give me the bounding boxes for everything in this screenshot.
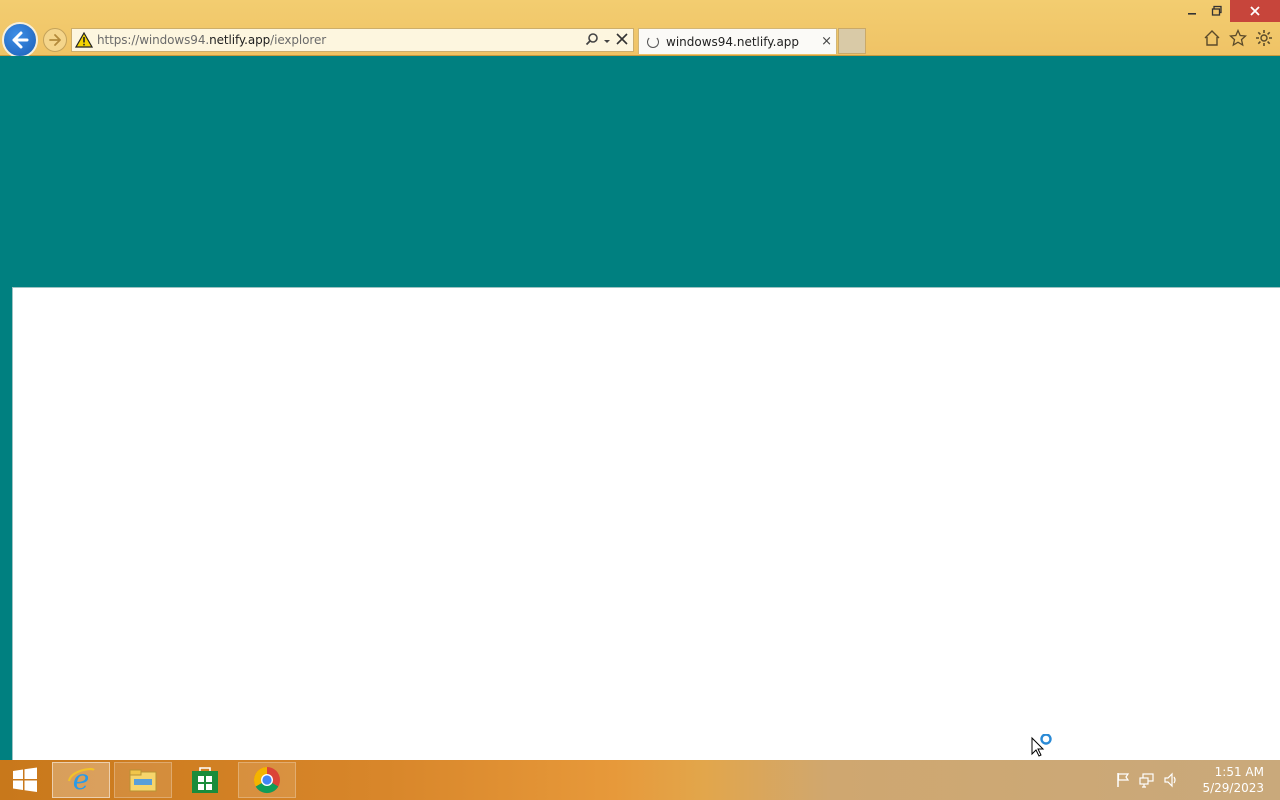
url-prefix: https://windows94.	[97, 33, 210, 47]
network-icon[interactable]	[1136, 769, 1158, 791]
clock-time: 1:51 AM	[1214, 765, 1264, 779]
new-tab-button[interactable]	[838, 28, 866, 54]
arrow-left-icon	[12, 31, 29, 49]
arrow-right-icon	[49, 34, 61, 46]
busy-cursor-icon	[1031, 733, 1061, 758]
restore-icon	[1211, 5, 1222, 16]
url-host: netlify.app	[209, 33, 271, 47]
close-icon	[1250, 6, 1260, 16]
address-url[interactable]: https://windows94.netlify.app/iexplorer	[97, 33, 326, 47]
page-window	[12, 287, 1280, 760]
tab-active[interactable]: windows94.netlify.app ×	[638, 28, 837, 54]
store-icon	[192, 767, 218, 793]
close-button[interactable]	[1230, 0, 1280, 22]
clock[interactable]: 1:51 AM 5/29/2023	[1194, 764, 1264, 796]
taskbar-file-explorer[interactable]	[114, 762, 172, 798]
url-path: /iexplorer	[270, 33, 327, 47]
forward-button[interactable]	[43, 28, 67, 52]
loading-spinner-icon	[647, 35, 659, 48]
clock-date: 5/29/2023	[1202, 781, 1264, 795]
taskbar-store[interactable]	[176, 762, 234, 798]
tab-close-button[interactable]: ×	[821, 34, 832, 49]
stop-icon[interactable]	[615, 31, 629, 50]
certificate-warning-icon[interactable]	[72, 29, 96, 51]
dropdown-arrow-icon[interactable]	[602, 31, 612, 50]
taskbar: e 1:51 AM 5/29/2023	[0, 760, 1280, 800]
search-icon[interactable]	[585, 31, 599, 50]
taskbar-chrome[interactable]	[238, 762, 296, 798]
minimize-icon	[1188, 13, 1196, 15]
system-tray: 1:51 AM 5/29/2023	[1112, 760, 1280, 800]
folder-icon	[129, 769, 157, 792]
restore-button[interactable]	[1205, 0, 1229, 22]
windows-logo-icon	[13, 767, 37, 792]
browser-right-tools	[1202, 28, 1274, 48]
start-button[interactable]	[0, 762, 50, 798]
address-bar[interactable]: https://windows94.netlify.app/iexplorer	[71, 28, 634, 52]
internet-explorer-icon: e	[67, 765, 95, 795]
taskbar-internet-explorer[interactable]: e	[52, 762, 110, 798]
action-center-flag-icon[interactable]	[1112, 769, 1134, 791]
gear-icon[interactable]	[1254, 28, 1274, 48]
address-tools	[585, 31, 629, 49]
chrome-icon	[253, 766, 280, 794]
home-icon[interactable]	[1202, 28, 1222, 48]
back-button[interactable]	[2, 22, 38, 58]
minimize-button[interactable]	[1180, 0, 1204, 22]
browser-toolbar: https://windows94.netlify.app/iexplorer …	[0, 0, 1280, 58]
favorites-star-icon[interactable]	[1228, 28, 1248, 48]
tab-title: windows94.netlify.app	[666, 34, 800, 49]
volume-icon[interactable]	[1160, 769, 1182, 791]
